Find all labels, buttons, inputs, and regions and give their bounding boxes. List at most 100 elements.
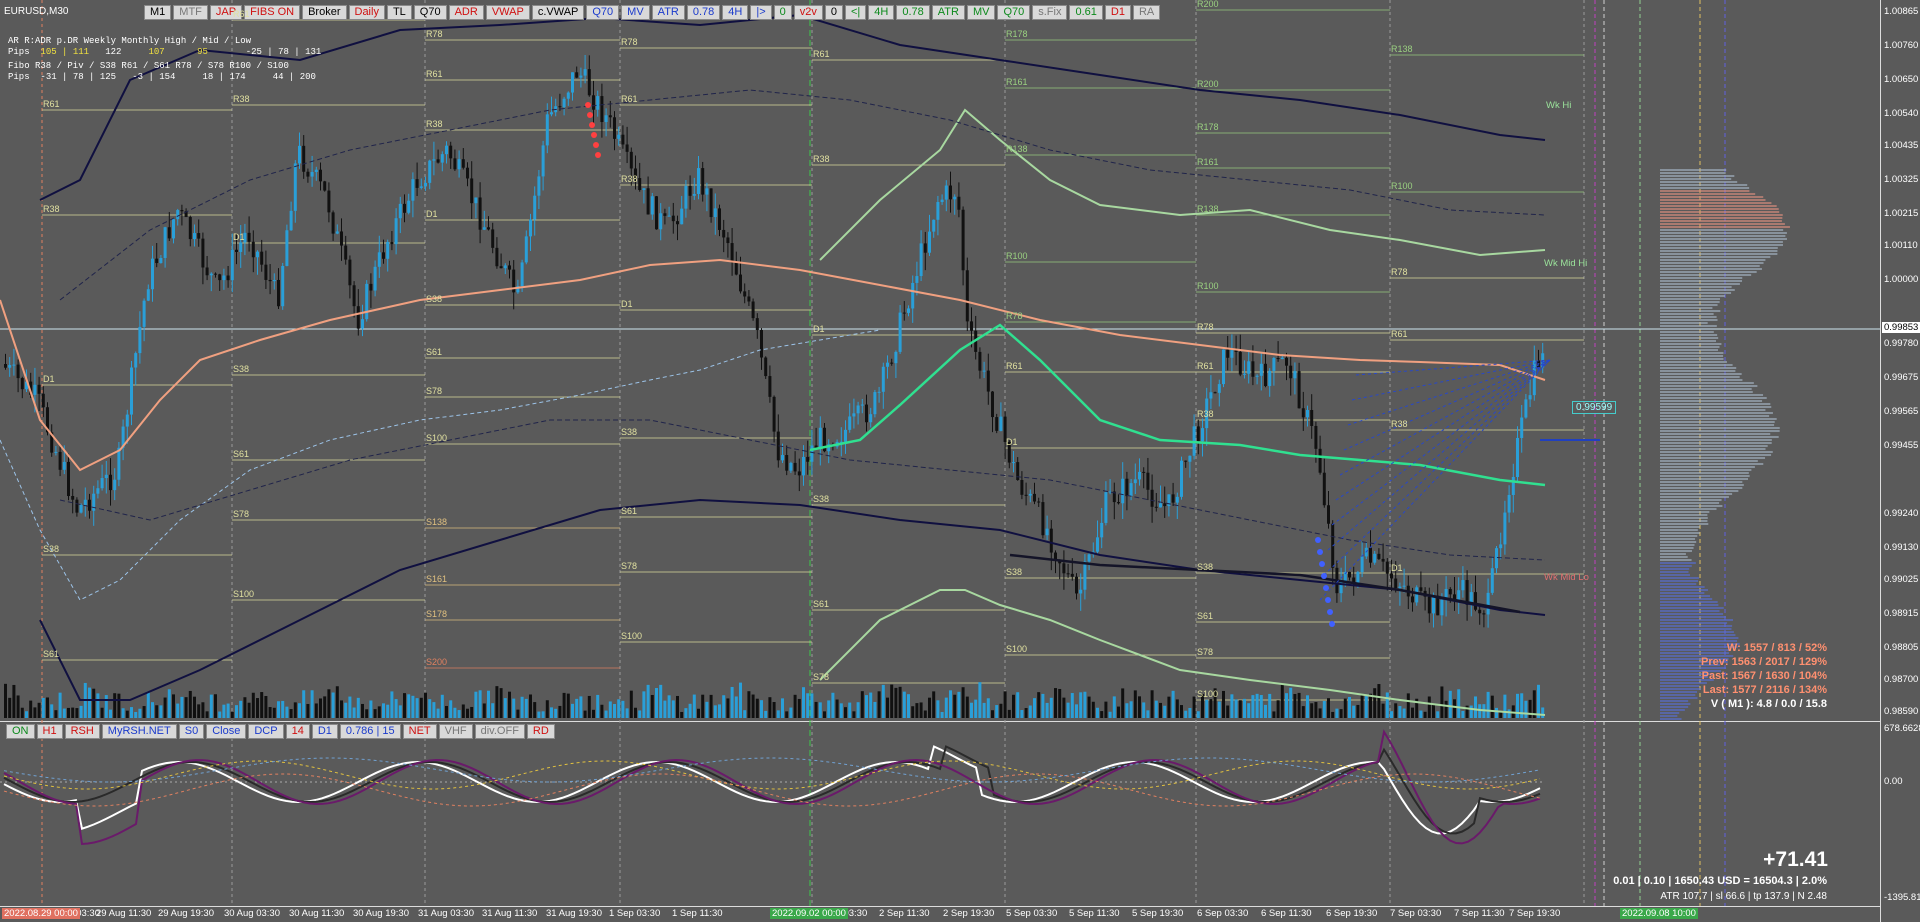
pivot-label-r161: R161 (1006, 77, 1028, 87)
wk-mid-hi-label: Wk Mid Hi (1544, 258, 1588, 269)
pivot-label-r61: R61 (813, 49, 830, 59)
pivot-label-r61: R61 (1197, 361, 1214, 371)
pivot-label-s161: S161 (426, 574, 448, 584)
price-tick-2: 1.00650 (1884, 74, 1919, 85)
time-tick-9: 1 Sep 03:30 (609, 908, 661, 919)
toolbar-button-8[interactable]: ADR (448, 5, 484, 20)
toolbar-button-11[interactable]: Q70 (586, 5, 620, 20)
arrow-marker-3 (591, 132, 597, 138)
pivot-label-s38: S38 (621, 427, 638, 437)
indicator-button-0[interactable]: ON (6, 724, 35, 739)
arrow-marker-blue-3 (1321, 573, 1327, 579)
toolbar-button-18[interactable]: v2v (793, 5, 823, 20)
indicator-button-4[interactable]: S0 (178, 724, 205, 739)
indicator-button-1[interactable]: H1 (36, 724, 63, 739)
pivot-label-s38: S38 (43, 544, 60, 554)
time-tick-8: 31 Aug 19:30 (546, 908, 602, 919)
pivot-label-d1: D1 (1006, 437, 1018, 447)
pivot-label-r200: R200 (1197, 79, 1219, 89)
arrow-marker-blue-5 (1325, 597, 1331, 603)
toolbar-button-20[interactable]: <| (845, 5, 867, 20)
toolbar-button-17[interactable]: 0 (773, 5, 792, 20)
pivot-label-r178: R178 (1006, 29, 1028, 39)
time-tick-14: 5 Sep 03:30 (1006, 908, 1058, 919)
price-tick-11: 0.99675 (1884, 372, 1919, 383)
pivot-label-s100: S100 (1006, 644, 1028, 654)
range-info: W: 1557 / 813 / 52% Prev: 1563 / 2017 / 1… (1701, 641, 1827, 711)
indicator-button-8[interactable]: D1 (311, 724, 338, 739)
indicator-pane (0, 723, 1880, 906)
toolbar-button-0[interactable]: M1 (144, 5, 172, 20)
pivot-label-r100: R100 (1006, 251, 1028, 261)
time-tick-3: 30 Aug 03:30 (224, 908, 280, 919)
pivot-label-s100: S100 (621, 631, 643, 641)
toolbar-button-3[interactable]: FIBS ON (244, 5, 301, 20)
price-tick-8: 1.00000 (1884, 274, 1919, 285)
indicator-toolbar: ON H1 RSH MyRSH.NET S0 Close DCP 14 D1 0.786 | 15… (6, 724, 555, 739)
indicator-max-label: 678.66283 (1884, 723, 1920, 734)
toolbar-button-7[interactable]: Q70 (413, 5, 447, 20)
toolbar-button-14[interactable]: 0.78 (686, 5, 721, 20)
indicator-button-2[interactable]: RSH (64, 724, 100, 739)
main-pane (0, 0, 1880, 720)
top-toolbar: M1 MTF JAP FIBS ON Broker Daily TL Q70 ADR VWAP c.… (144, 5, 1161, 20)
toolbar-button-22[interactable]: 0.78 (896, 5, 930, 20)
pivot-label-s61: S61 (43, 649, 60, 659)
time-tick-7: 31 Aug 11:30 (482, 908, 538, 919)
toolbar-button-16[interactable]: |> (750, 5, 772, 20)
price-tick-20: 0.98590 (1884, 706, 1919, 717)
time-tick-4: 30 Aug 11:30 (289, 908, 345, 919)
price-tick-14: 0.99240 (1884, 508, 1919, 519)
time-tick-20: 7 Sep 03:30 (1390, 908, 1442, 919)
price-chart[interactable] (0, 0, 1920, 922)
toolbar-button-24[interactable]: MV (966, 5, 996, 20)
toolbar-button-19[interactable]: 0 (824, 5, 843, 20)
stats-panel: AR R:ADR p.DR Weekly Monthly High / Mid … (8, 36, 322, 82)
toolbar-button-28[interactable]: D1 (1104, 5, 1131, 20)
indicator-button-7[interactable]: 14 (285, 724, 310, 739)
toolbar-button-25[interactable]: Q70 (997, 5, 1031, 20)
toolbar-button-12[interactable]: MV (621, 5, 650, 20)
price-tick-19: 0.98700 (1884, 674, 1919, 685)
pivot-label-r100: R100 (1197, 281, 1219, 291)
arrow-marker-blue-6 (1327, 609, 1333, 615)
indicator-button-3[interactable]: MyRSH.NET (101, 724, 177, 739)
toolbar-button-15[interactable]: 4H (722, 5, 749, 20)
pivot-label-s78: S78 (1197, 647, 1214, 657)
arrow-marker-5 (595, 152, 601, 158)
toolbar-button-23[interactable]: ATR (931, 5, 965, 20)
wk-mid-lo-label: Wk Mid Lo (1544, 572, 1589, 583)
toolbar-button-4[interactable]: Broker (302, 5, 347, 20)
time-tick-22: 7 Sep 19:30 (1509, 908, 1561, 919)
arrow-marker-blue-1 (1317, 549, 1323, 555)
toolbar-button-1[interactable]: MTF (173, 5, 208, 20)
pivot-label-r38: R38 (43, 204, 60, 214)
range-info-line-2: Past: 1567 / 1630 / 104% (1701, 670, 1827, 682)
pivot-label-s138: S138 (426, 517, 448, 527)
indicator-button-9[interactable]: 0.786 | 15 (339, 724, 401, 739)
indicator-button-12[interactable]: div.OFF (474, 724, 525, 739)
indicator-button-6[interactable]: DCP (248, 724, 284, 739)
arrow-marker-4 (593, 142, 599, 148)
toolbar-button-26[interactable]: s.Fix (1032, 5, 1068, 20)
indicator-button-10[interactable]: NET (402, 724, 437, 739)
arrow-marker-blue-4 (1323, 585, 1329, 591)
price-tick-7: 1.00110 (1884, 240, 1918, 251)
pips-ar: 105 | 111 (40, 47, 90, 57)
toolbar-button-27[interactable]: 0.61 (1069, 5, 1103, 20)
indicator-button-13[interactable]: RD (526, 724, 555, 739)
toolbar-button-6[interactable]: TL (386, 5, 412, 20)
pivot-label-r138: R138 (1197, 204, 1219, 214)
pivot-label-r178: R178 (1197, 122, 1219, 132)
toolbar-button-29[interactable]: RA (1132, 5, 1161, 20)
toolbar-button-10[interactable]: c.VWAP (531, 5, 585, 20)
time-tick-12: 2 Sep 11:30 (879, 908, 930, 919)
toolbar-button-5[interactable]: Daily (348, 5, 385, 20)
toolbar-button-21[interactable]: 4H (868, 5, 895, 20)
toolbar-button-9[interactable]: VWAP (485, 5, 530, 20)
indicator-button-11[interactable]: VHF (438, 724, 473, 739)
pivot-label-r200: R200 (1197, 0, 1219, 9)
time-tick-13: 2 Sep 19:30 (943, 908, 995, 919)
toolbar-button-13[interactable]: ATR (651, 5, 685, 20)
indicator-button-5[interactable]: Close (206, 724, 247, 739)
